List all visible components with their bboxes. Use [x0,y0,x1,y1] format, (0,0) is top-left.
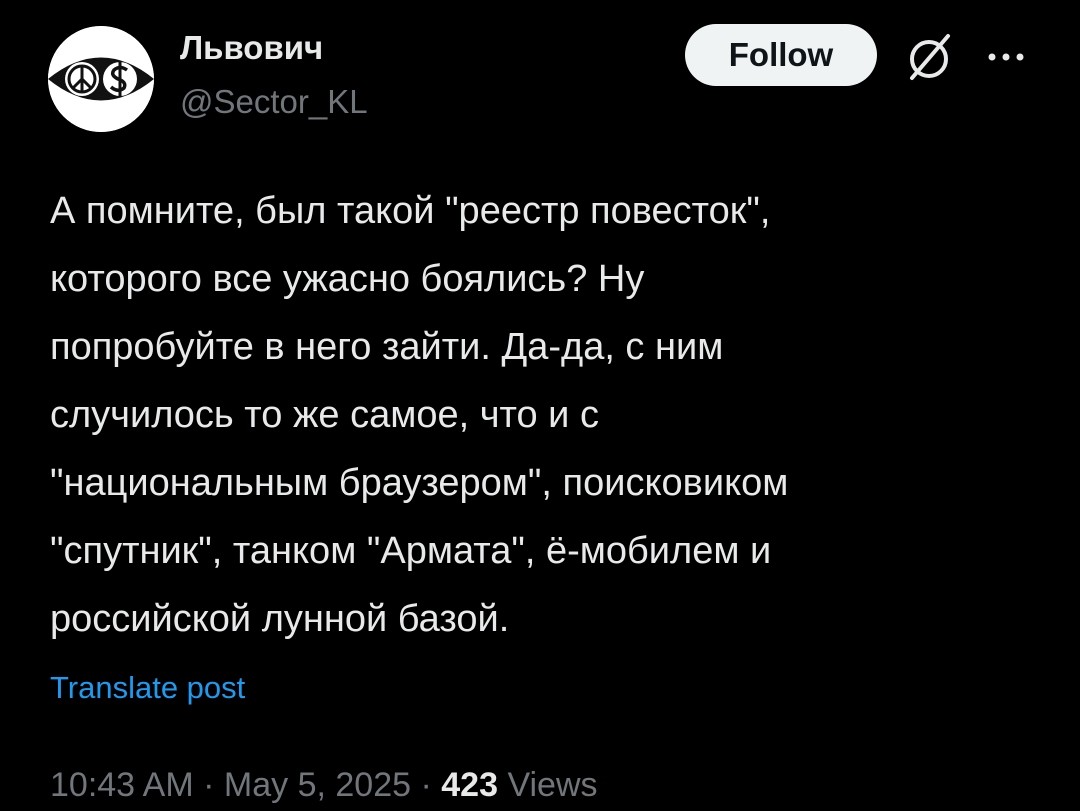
translate-post-link[interactable]: Translate post [50,668,245,708]
avatar[interactable] [48,26,154,132]
author-names: Львович @Sector_KL [180,28,368,122]
more-dots-graphic [988,53,1024,61]
tweet-date[interactable]: May 5, 2025 [224,766,411,804]
tweet-meta: 10:43 AM · May 5, 2025 · 423 Views [50,764,598,806]
avatar-image [48,26,154,132]
follow-button[interactable]: Follow [685,24,877,86]
meta-separator: · [420,766,432,804]
tweet-text: А помните, был такой "реестр повесток", … [50,190,789,640]
tweet-header: Львович @Sector_KL Follow [48,24,1040,134]
views-count: 423 [441,766,498,804]
grok-icon[interactable] [900,28,958,86]
grok-icon-graphic [910,34,950,80]
more-options-icon[interactable] [983,34,1029,80]
views-label: Views [507,766,598,804]
tweet-time[interactable]: 10:43 AM [50,766,194,804]
meta-separator: · [203,766,215,804]
author-display-name[interactable]: Львович [180,28,368,68]
author-handle[interactable]: @Sector_KL [180,82,368,122]
